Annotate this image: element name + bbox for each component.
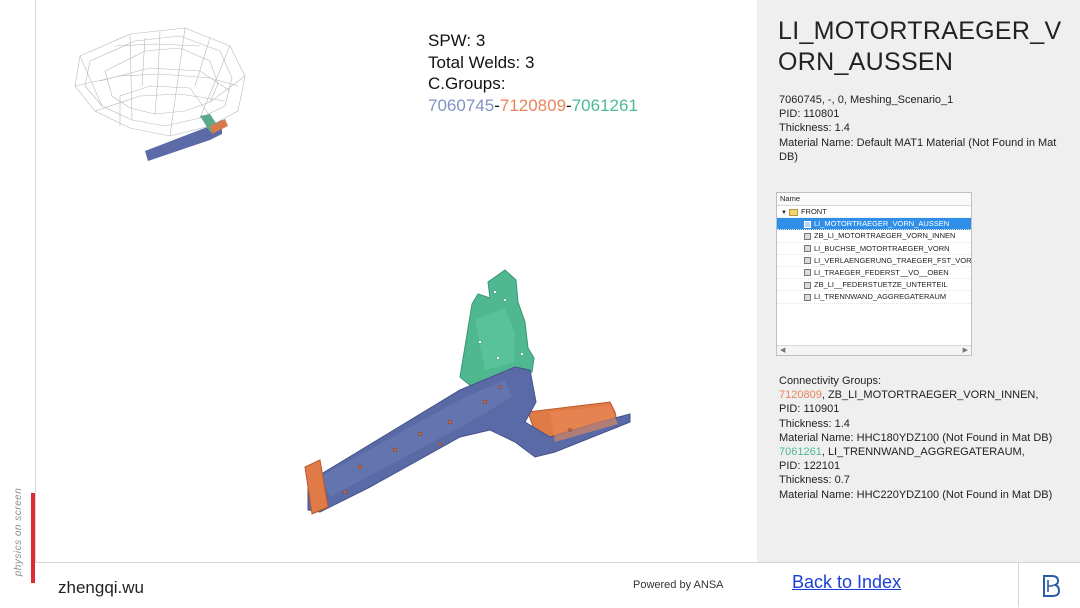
conn-group-0-name: 7120809, ZB_LI_MOTORTRAEGER_VORN_INNEN, bbox=[779, 389, 1039, 402]
tree-item[interactable]: LI_VERLAENGERUNG_TRAEGER_FST_VOR bbox=[777, 255, 971, 267]
part-title: LI_MOTORTRAEGER_VORN_AUSSEN bbox=[778, 17, 1062, 76]
connectivity-heading: Connectivity Groups: bbox=[779, 375, 882, 387]
author-name: zhengqi.wu bbox=[58, 578, 145, 597]
red-accent-bar bbox=[31, 493, 35, 583]
scroll-right-icon[interactable]: ▶ bbox=[963, 346, 968, 354]
part-icon bbox=[804, 257, 811, 265]
conn-group-0-thickness: Thickness: 1.4 bbox=[779, 417, 850, 430]
folder-icon bbox=[788, 208, 798, 216]
part-icon bbox=[804, 281, 811, 289]
tree-item[interactable]: LI_BUCHSE_MOTORTRAEGER_VORN bbox=[777, 243, 971, 255]
conn-group-1-name: 7061261, LI_TRENNWAND_AGGREGATERAUM, bbox=[779, 446, 1025, 459]
part-pid: PID: 110801 bbox=[779, 108, 840, 121]
tree-item[interactable]: LI_TRAEGER_FEDERST__VO__OBEN bbox=[777, 267, 971, 280]
tree-item[interactable]: ZB_LI_MOTORTRAEGER_VORN_INNEN bbox=[777, 230, 971, 243]
collapse-triangle-icon[interactable]: ▼ bbox=[781, 208, 787, 217]
bottom-divider bbox=[35, 562, 757, 563]
overview-thumbnail bbox=[74, 27, 246, 161]
part-icon bbox=[804, 232, 811, 240]
scroll-left-icon[interactable]: ◀ bbox=[780, 346, 785, 354]
part-icon bbox=[804, 293, 811, 301]
conn-group-0-pid: PID: 110901 bbox=[779, 403, 840, 416]
spw-count: SPW: 3 bbox=[428, 31, 486, 50]
conn-group-1-pid: PID: 122101 bbox=[779, 460, 841, 473]
tree-item[interactable]: ZB_LI__FEDERSTUETZE_UNTERTEIL bbox=[777, 279, 971, 292]
powered-by: Powered by ANSA bbox=[633, 579, 724, 591]
total-welds: Total Welds: 3 bbox=[428, 52, 535, 72]
tree-folder-front[interactable]: ▼ FRONT bbox=[777, 206, 971, 219]
weld-summary: SPW: 3 Total Welds: 3 C.Groups: 7060745-… bbox=[428, 30, 638, 116]
conn-group-1-thickness: Thickness: 0.7 bbox=[779, 474, 850, 487]
ansa-logo-icon bbox=[1043, 575, 1061, 597]
back-to-index-link[interactable]: Back to Index bbox=[792, 572, 901, 593]
tree-item[interactable]: LI_TRENNWAND_AGGREGATERAUM bbox=[777, 291, 971, 304]
cgroup-0: 7060745 bbox=[428, 95, 495, 115]
cgroups-list: 7060745-7120809-7061261 bbox=[428, 95, 638, 115]
tree-item[interactable]: LI_MOTORTRAEGER_VORN_AUSSEN bbox=[777, 218, 971, 231]
cgroup-1: 7120809 bbox=[499, 95, 567, 115]
part-id-line: 7060745, -, 0, Meshing_Scenario_1 bbox=[779, 94, 954, 106]
part-properties: 7060745, -, 0, Meshing_Scenario_1 PID: 1… bbox=[779, 93, 1074, 164]
brand-tagline: physics on screen bbox=[13, 487, 24, 577]
horizontal-scrollbar[interactable]: ◀ ▶ bbox=[777, 345, 971, 355]
cgroups-label: C.Groups: bbox=[428, 74, 506, 93]
blue-main-rail bbox=[307, 366, 631, 513]
part-icon bbox=[804, 269, 811, 277]
footer-divider bbox=[1018, 563, 1019, 607]
part-icon bbox=[804, 220, 811, 228]
cgroup-2: 7061261 bbox=[571, 95, 638, 115]
conn-group-1-material: Material Name: HHC220YDZ100 (Not Found i… bbox=[779, 488, 1053, 501]
tree-column-header: Name bbox=[777, 193, 971, 206]
connectivity-groups: Connectivity Groups: 7120809, ZB_LI_MOTO… bbox=[779, 374, 1074, 502]
model-tree[interactable]: Name ▼ FRONT LI_MOTORTRAEGER_VORN_AUSSEN … bbox=[776, 192, 972, 356]
part-material: Material Name: Default MAT1 Material (No… bbox=[779, 136, 1057, 163]
part-icon bbox=[804, 245, 811, 253]
part-thickness: Thickness: 1.4 bbox=[779, 122, 850, 135]
conn-group-0-material: Material Name: HHC180YDZ100 (Not Found i… bbox=[779, 431, 1053, 444]
model-3d-view[interactable] bbox=[300, 262, 640, 524]
left-divider bbox=[35, 0, 36, 562]
